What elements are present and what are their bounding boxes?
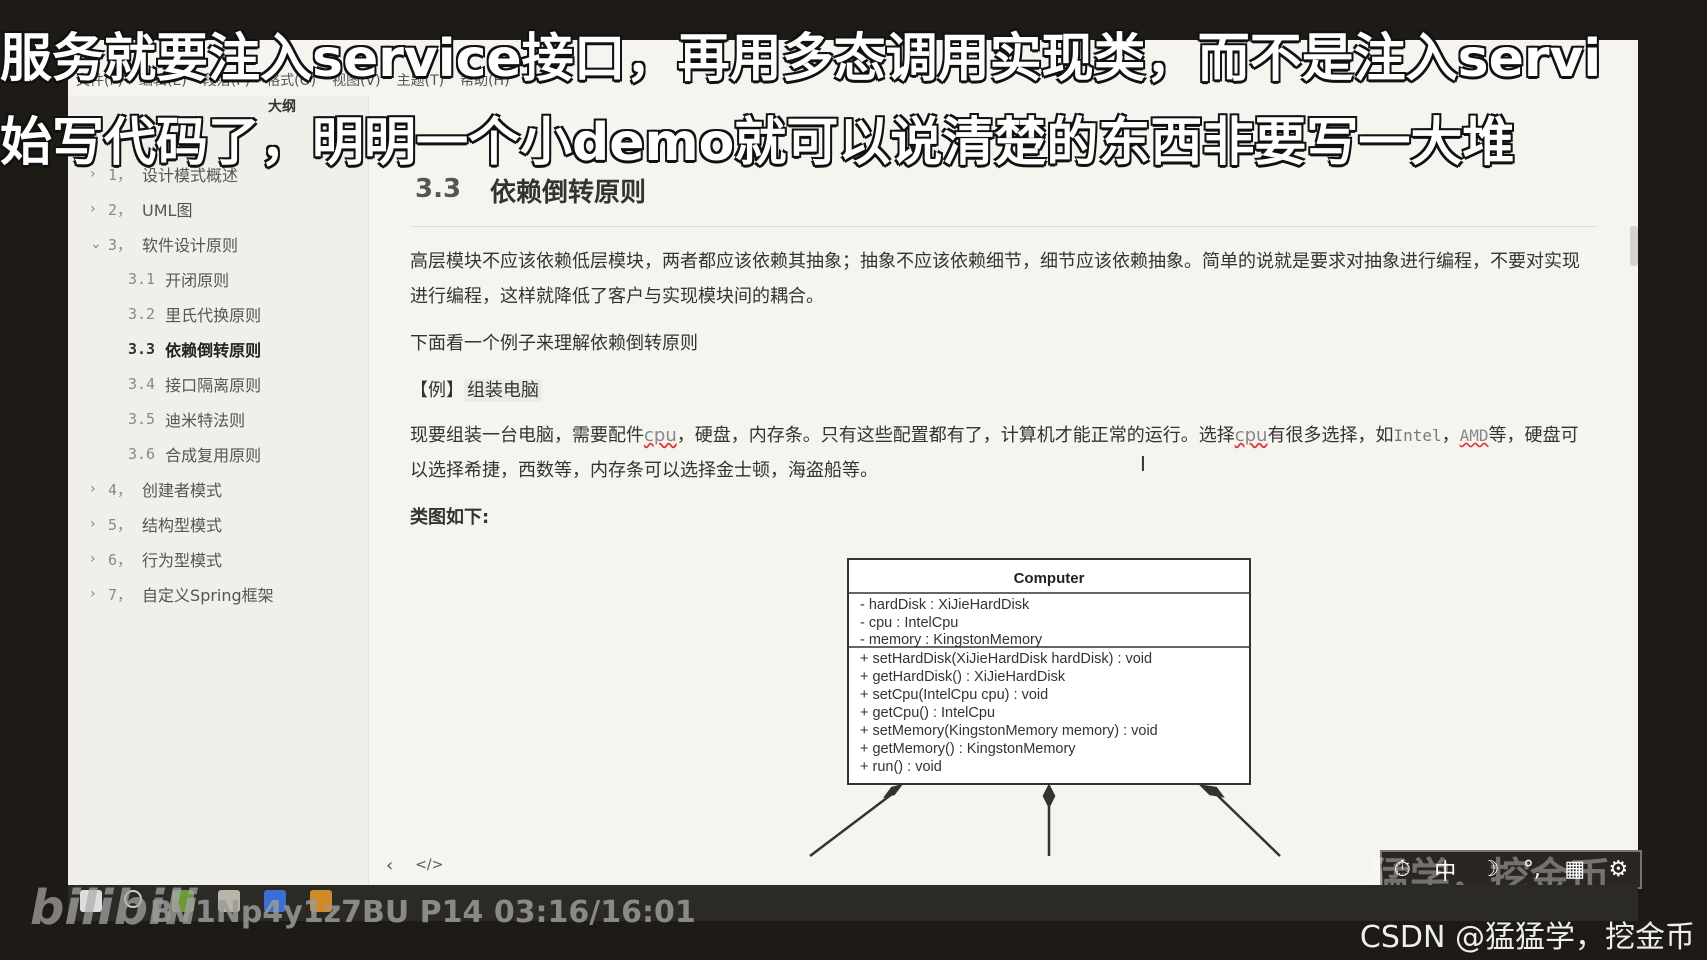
outline-label: 行为型模式 [142, 551, 223, 570]
outline-label: 创建者模式 [142, 481, 223, 500]
uml-method: + getMemory() : KingstonMemory [860, 741, 1076, 757]
diamond-icon [1198, 784, 1225, 798]
outline-num: 3.3 [128, 340, 156, 358]
outline-num: 3.1 [128, 270, 156, 288]
outline-label: 合成复用原则 [165, 446, 262, 465]
chevron-right-icon: › [90, 586, 96, 602]
chevron-right-icon: › [90, 201, 96, 217]
outline-num: 3.6 [128, 445, 156, 463]
uml-attribute: - cpu : IntelCpu [860, 615, 958, 631]
outline-label: 开闭原则 [165, 271, 230, 290]
outline-item-3-6[interactable]: 3.6 合成复用原则 [128, 442, 261, 466]
video-id-overlay: BV1Np4y1z7BU P14 03:16/16:01 [150, 895, 696, 930]
outline-num: 2， [108, 200, 133, 219]
uml-class-name: Computer [1014, 570, 1085, 587]
uml-attribute: - memory : KingstonMemory [860, 632, 1043, 648]
outline-num: 3.5 [128, 410, 156, 428]
diamond-icon [882, 783, 904, 799]
outline-label: 里氏代换原则 [165, 306, 262, 325]
chevron-down-icon: ⌄ [90, 236, 102, 252]
csdn-watermark: CSDN @猛猛学，挖金币 [1359, 920, 1695, 955]
uml-method: + run() : void [860, 759, 942, 775]
subtitle-line-2: 始写代码了，明明一个小demo就可以说清楚的东西非要写一大堆 [0, 113, 1515, 173]
uml-method: + getCpu() : IntelCpu [860, 705, 995, 721]
outline-num: 3.4 [128, 375, 156, 393]
outline-num: 3， [108, 235, 133, 254]
uml-class-diagram: Computer - hardDisk : XiJieHardDisk - cp… [809, 558, 1281, 857]
uml-method: + setCpu(IntelCpu cpu) : void [860, 687, 1048, 703]
outline-item-7[interactable]: › 7， 自定义Spring框架 [90, 582, 274, 606]
outline-item-4[interactable]: › 4， 创建者模式 [90, 477, 222, 501]
outline-label: 迪米特法则 [165, 411, 246, 430]
chevron-right-icon: › [90, 516, 96, 532]
uml-method: + setMemory(KingstonMemory memory) : voi… [860, 723, 1158, 739]
outline-num: 4， [108, 480, 133, 499]
outline-label: 接口隔离原则 [165, 376, 262, 395]
outline-item-3[interactable]: ⌄ 3， 软件设计原则 [90, 232, 238, 256]
outline-item-2[interactable]: › 2， UML图 [90, 197, 192, 221]
outline-item-3-1[interactable]: 3.1 开闭原则 [128, 267, 229, 291]
outline-item-3-2[interactable]: 3.2 里氏代换原则 [128, 302, 261, 326]
uml-class-computer: Computer - hardDisk : XiJieHardDisk - cp… [847, 558, 1251, 785]
outline-item-3-5[interactable]: 3.5 迪米特法则 [128, 407, 245, 431]
diamond-icon [1042, 783, 1056, 809]
back-icon[interactable]: ‹ [386, 855, 393, 876]
outline-item-6[interactable]: › 6， 行为型模式 [90, 547, 222, 571]
source-code-icon[interactable]: </> [415, 857, 443, 873]
chevron-right-icon: › [90, 551, 96, 567]
outline-item-5[interactable]: › 5， 结构型模式 [90, 512, 222, 536]
uml-method: + getHardDisk() : XiJieHardDisk [860, 669, 1066, 685]
outline-label: 结构型模式 [142, 516, 223, 535]
outline-label: 自定义Spring框架 [142, 586, 274, 605]
outline-item-3-3[interactable]: 3.3 依赖倒转原则 [128, 337, 261, 361]
outline-num: 7， [108, 585, 133, 604]
gear-icon[interactable]: ⚙ [1609, 857, 1629, 882]
document-area[interactable]: 3.3 依赖倒转原则 高层模块不应该依赖低层模块，两者都应该依赖其抽象；抽象不应… [370, 96, 1638, 885]
outline-num: 3.2 [128, 305, 156, 323]
outline-num: 5， [108, 515, 133, 534]
uml-method: + setHardDisk(XiJieHardDisk hardDisk) : … [860, 651, 1152, 667]
outline-item-3-4[interactable]: 3.4 接口隔离原则 [128, 372, 261, 396]
outline-label: 依赖倒转原则 [165, 341, 262, 360]
outline-label: UML图 [142, 201, 193, 220]
subtitle-line-1: 服务就要注入service接口，再用多态调用实现类，而不是注入servi [0, 29, 1602, 89]
scrollbar[interactable] [1630, 226, 1638, 266]
outline-label: 软件设计原则 [142, 236, 239, 255]
uml-attribute: - hardDisk : XiJieHardDisk [860, 597, 1030, 613]
outline-num: 6， [108, 550, 133, 569]
chevron-right-icon: › [90, 481, 96, 497]
